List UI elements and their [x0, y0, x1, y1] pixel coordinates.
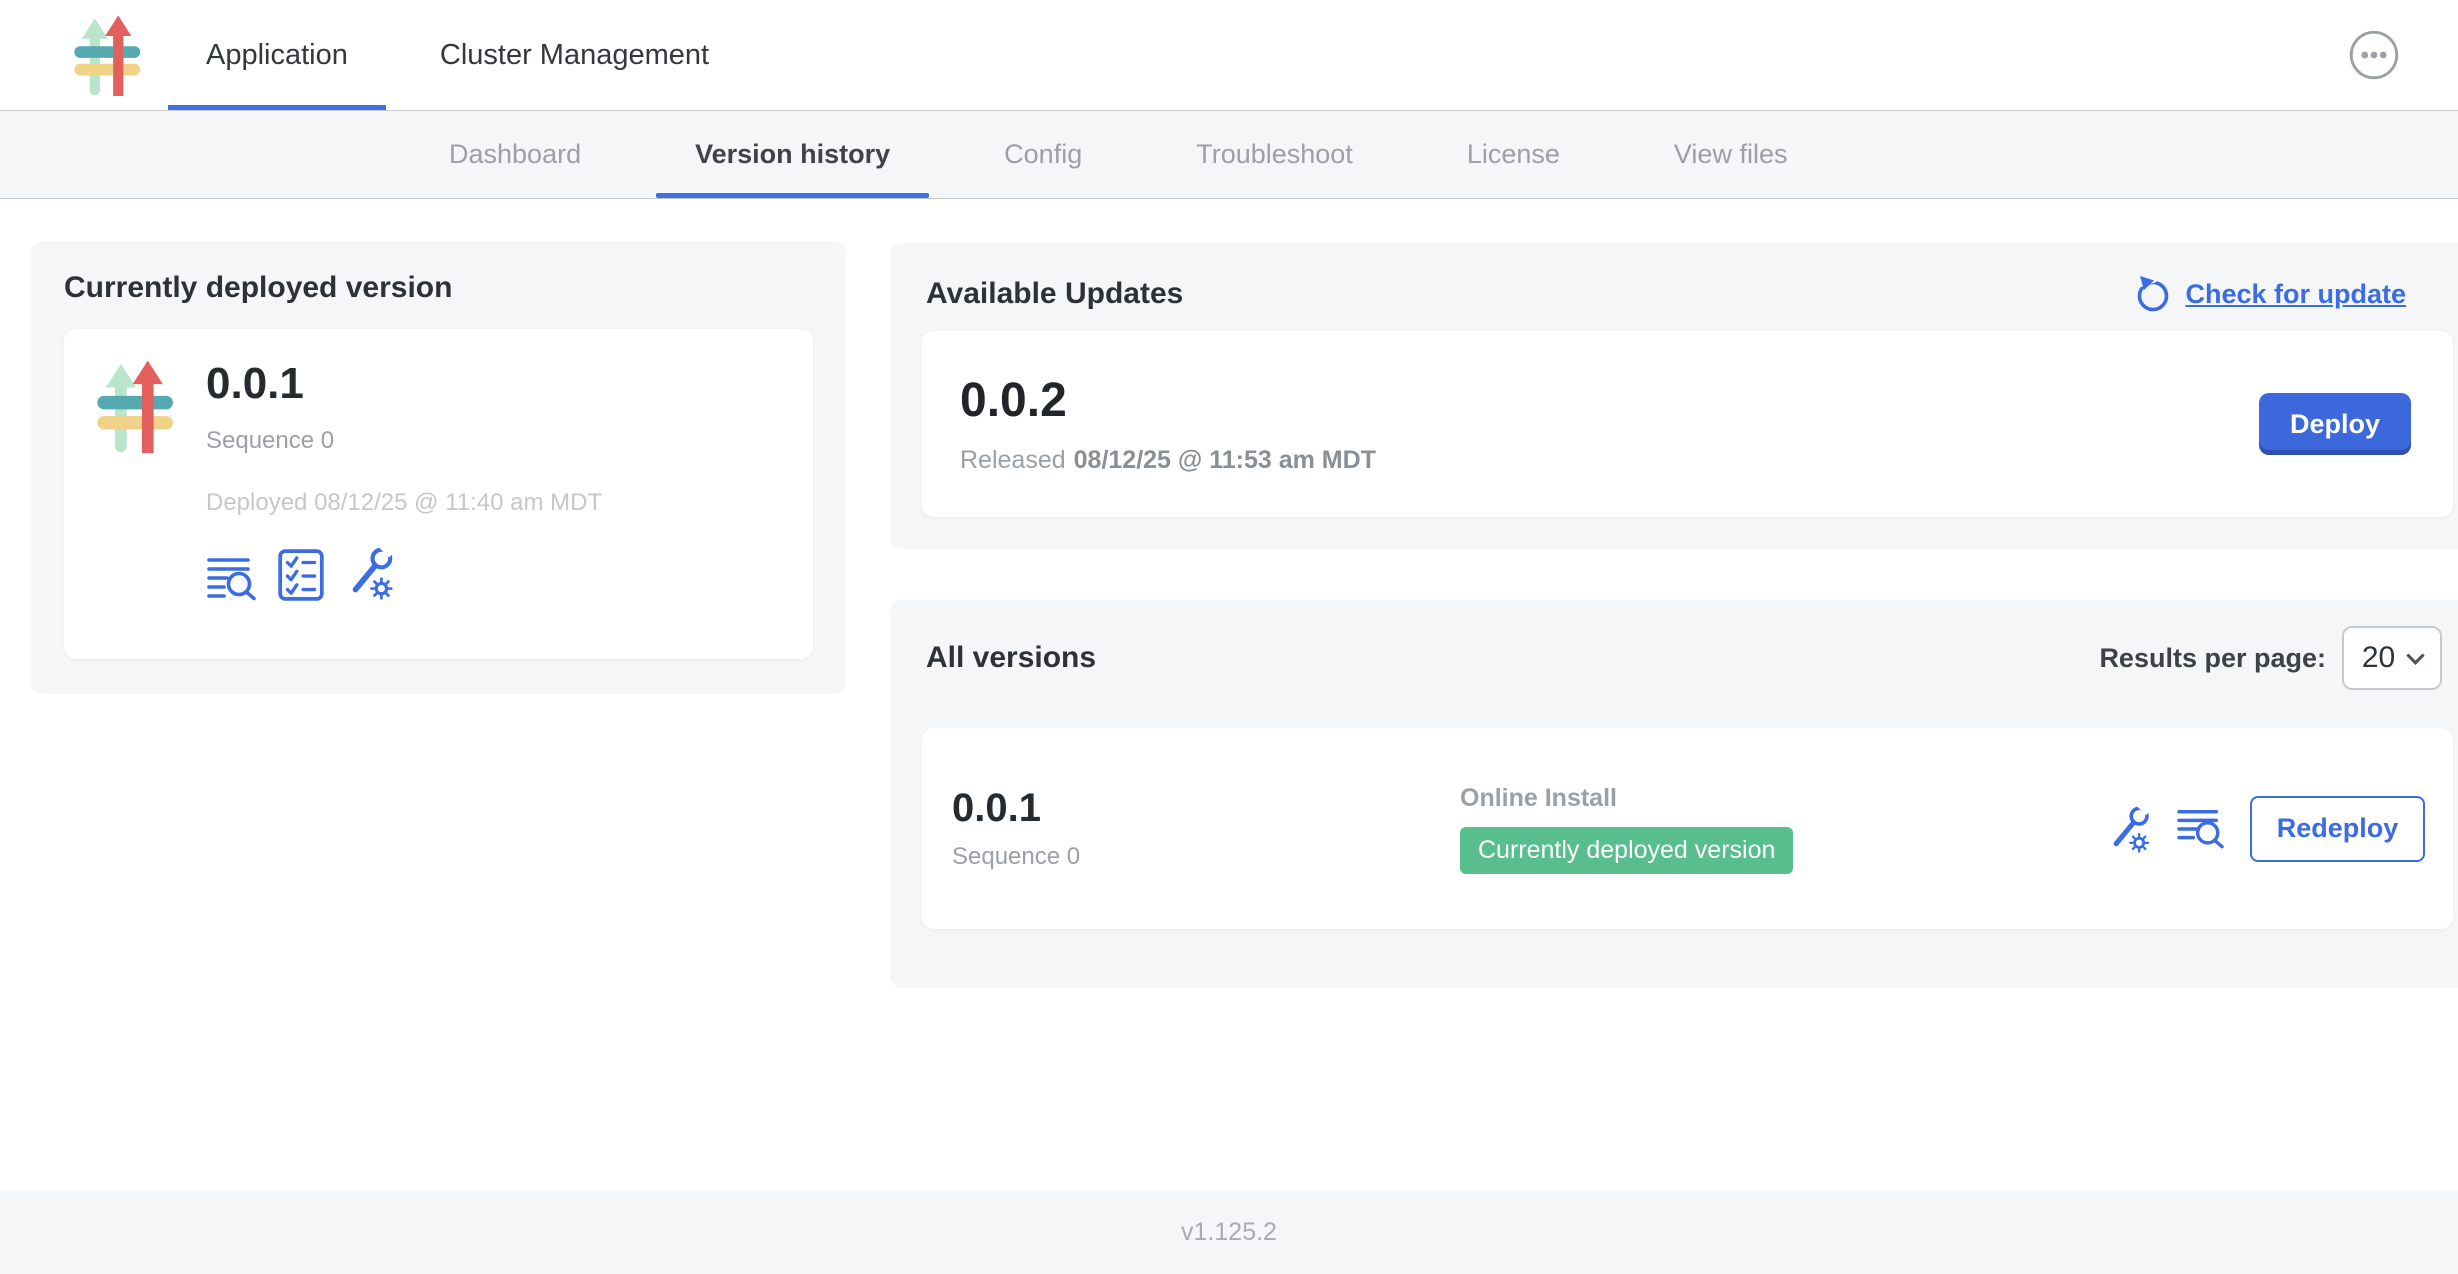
ellipsis-circle-icon [2348, 29, 2400, 81]
deploy-logs-icon[interactable] [206, 555, 258, 601]
deployed-version-details: 0.0.1 Sequence 0 Deployed 08/12/25 @ 11:… [206, 359, 602, 629]
overflow-menu-button[interactable] [2348, 29, 2400, 81]
edit-config-icon[interactable] [2106, 804, 2152, 854]
results-per-page-select[interactable]: 20 [2342, 626, 2442, 690]
version-row-status: Online Install Currently deployed versio… [1460, 784, 2106, 874]
deployed-version-card: 0.0.1 Sequence 0 Deployed 08/12/25 @ 11:… [64, 329, 813, 659]
available-update-row: 0.0.2 Released 08/12/25 @ 11:53 am MDT De… [922, 331, 2453, 517]
subnav-item-license[interactable]: License [1410, 111, 1617, 198]
console-version: v1.125.2 [1181, 1218, 1277, 1247]
released-date: 08/12/25 @ 11:53 am MDT [1074, 446, 1376, 474]
available-updates-panel: Available Updates Check for update 0.0.2… [890, 243, 2458, 549]
available-updates-title: Available Updates [926, 277, 1183, 311]
redeploy-button[interactable]: Redeploy [2250, 796, 2425, 862]
deployed-version-actions [206, 545, 602, 601]
results-per-page-group: Results per page: 20 [2099, 626, 2442, 690]
version-sequence: Sequence 0 [952, 843, 1460, 871]
subnav-item-troubleshoot[interactable]: Troubleshoot [1139, 111, 1410, 198]
version-row: 0.0.1 Sequence 0 Online Install Currentl… [922, 728, 2453, 929]
preflight-checks-icon[interactable] [278, 549, 324, 601]
all-versions-header: All versions Results per page: 20 [926, 626, 2442, 690]
app-logo-arrows-icon [71, 14, 145, 96]
subnav-item-config[interactable]: Config [947, 111, 1139, 198]
edit-config-icon[interactable] [344, 545, 396, 601]
check-for-update-link[interactable]: Check for update [2133, 273, 2406, 315]
app-logo [94, 359, 180, 629]
tab-application[interactable]: Application [160, 0, 394, 110]
version-number: 0.0.1 [952, 786, 1460, 831]
results-per-page-value: 20 [2362, 641, 2395, 675]
version-history-page: Currently deployed version 0.0.1 Sequenc… [0, 199, 2458, 1191]
deploy-button[interactable]: Deploy [2259, 393, 2411, 455]
refresh-icon [2133, 273, 2173, 315]
install-type-label: Online Install [1460, 784, 2106, 813]
all-versions-panel: All versions Results per page: 20 0.0.1 … [890, 600, 2458, 988]
currently-deployed-badge: Currently deployed version [1460, 827, 1793, 874]
check-for-update-label: Check for update [2185, 279, 2406, 310]
version-row-actions: Redeploy [2106, 796, 2425, 862]
top-navbar: Application Cluster Management [0, 0, 2458, 111]
app-logo [60, 0, 156, 110]
update-version-number: 0.0.2 [960, 373, 1376, 428]
deployed-sequence: Sequence 0 [206, 427, 602, 455]
currently-deployed-title: Currently deployed version [64, 271, 813, 305]
chevron-down-icon [2406, 646, 2424, 664]
currently-deployed-panel: Currently deployed version 0.0.1 Sequenc… [31, 241, 846, 694]
results-per-page-label: Results per page: [2099, 643, 2326, 674]
app-footer: v1.125.2 [0, 1191, 2458, 1274]
deployed-timestamp: Deployed 08/12/25 @ 11:40 am MDT [206, 489, 602, 517]
tab-cluster-management[interactable]: Cluster Management [394, 0, 755, 110]
deploy-logs-icon[interactable] [2176, 807, 2226, 851]
app-logo-arrows-icon [94, 359, 178, 453]
update-details: 0.0.2 Released 08/12/25 @ 11:53 am MDT [960, 373, 1376, 475]
deployed-version-number: 0.0.1 [206, 359, 602, 409]
top-tabs: Application Cluster Management [160, 0, 755, 110]
all-versions-title: All versions [926, 641, 1096, 675]
update-released-timestamp: Released 08/12/25 @ 11:53 am MDT [960, 446, 1376, 475]
subnav-item-version-history[interactable]: Version history [638, 111, 947, 198]
available-updates-header: Available Updates Check for update [926, 273, 2442, 315]
app-window: Application Cluster Management Dashboard… [0, 0, 2458, 1274]
released-label: Released [960, 446, 1066, 474]
subnav-item-view-files[interactable]: View files [1617, 111, 1845, 198]
app-subnav: Dashboard Version history Config Trouble… [0, 111, 2458, 199]
subnav-item-dashboard[interactable]: Dashboard [392, 111, 638, 198]
version-row-info: 0.0.1 Sequence 0 [952, 786, 1460, 871]
